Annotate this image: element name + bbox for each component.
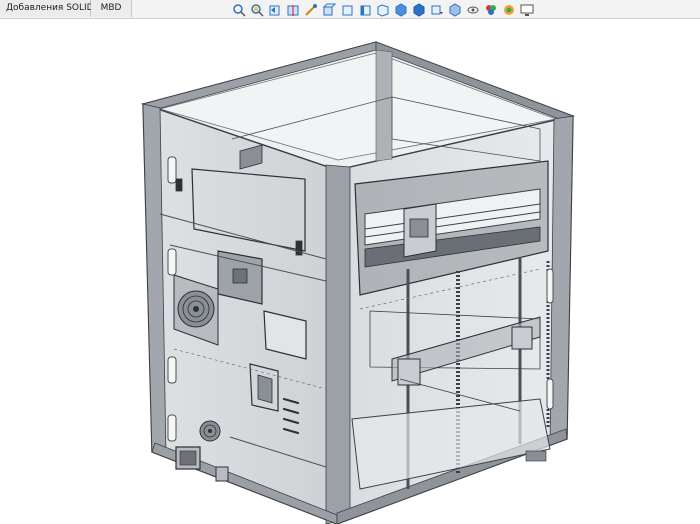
view-settings-icon[interactable] — [520, 3, 534, 17]
previous-view-icon[interactable] — [268, 3, 282, 17]
view-orientation-front-icon[interactable] — [322, 3, 336, 17]
view-orientation-iso-icon[interactable] — [412, 3, 426, 17]
zoom-to-fit-icon[interactable] — [232, 3, 246, 17]
view-orientation-top-icon[interactable] — [394, 3, 408, 17]
heads-up-view-toolbar — [232, 3, 534, 19]
view-orientation-left-icon[interactable] — [358, 3, 372, 17]
view-orientation-dropdown-icon[interactable] — [430, 3, 444, 17]
display-style-icon[interactable] — [448, 3, 462, 17]
hide-show-items-icon[interactable] — [466, 3, 480, 17]
view-orientation-back-icon[interactable] — [340, 3, 354, 17]
tab-mbd[interactable]: MBD — [91, 0, 132, 17]
edit-appearance-icon[interactable] — [484, 3, 498, 17]
3d-printer-assembly-model[interactable] — [0, 19, 700, 524]
apply-scene-icon[interactable] — [502, 3, 516, 17]
tab-solidworks-addins[interactable]: Добавления SOLIDWORKS — [0, 0, 127, 17]
view-orientation-right-icon[interactable] — [376, 3, 390, 17]
cooling-fan-small — [199, 420, 221, 442]
section-view-icon[interactable] — [286, 3, 300, 17]
dynamic-annotation-icon[interactable] — [304, 3, 318, 17]
graphics-area[interactable] — [0, 19, 700, 524]
zoom-to-area-icon[interactable] — [250, 3, 264, 17]
